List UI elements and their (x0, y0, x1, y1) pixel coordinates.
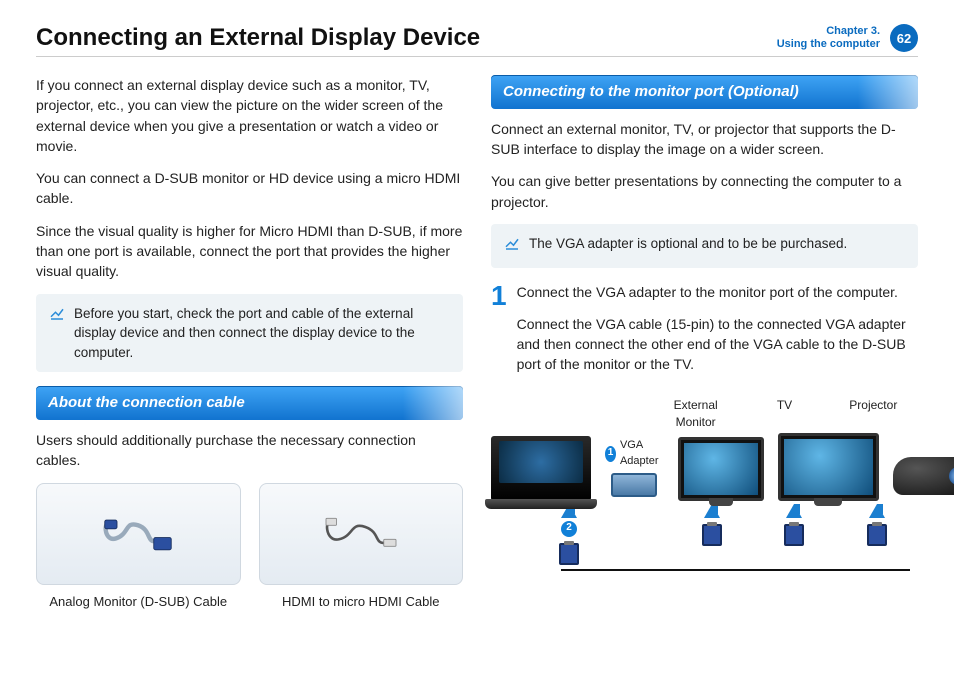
document-page: Connecting an External Display Device Ch… (0, 0, 954, 636)
about-cable-paragraph: Users should additionally purchase the n… (36, 430, 463, 471)
step-body: Connect the VGA adapter to the monitor p… (517, 282, 918, 387)
hdmi-cable-illustration (316, 499, 406, 569)
arrow-up-icon (704, 504, 720, 518)
section-about-cable: About the connection cable (36, 386, 463, 420)
laptop-illustration (491, 436, 591, 501)
slot-tv-connector (753, 501, 835, 546)
vga-port-illustration (611, 473, 657, 497)
page-header: Connecting an External Display Device Ch… (36, 24, 918, 57)
vga-connector-icon (784, 524, 804, 546)
arrow-up-icon (869, 504, 885, 518)
chapter-line-1: Chapter 3. (777, 25, 880, 38)
left-column: If you connect an external display devic… (36, 75, 463, 612)
label-ext-monitor: External Monitor (656, 397, 736, 432)
cable-labels: Analog Monitor (D-SUB) Cable HDMI to mic… (36, 593, 463, 612)
wire-illustration (561, 569, 910, 571)
slot-monitor-connector (671, 501, 753, 546)
vga-connector-icon (559, 543, 579, 565)
note-text: The VGA adapter is optional and to be be… (529, 234, 847, 258)
vga-connector-icon (867, 524, 887, 546)
cable-label-hdmi: HDMI to micro HDMI Cable (259, 593, 464, 612)
projector-illustration (893, 457, 954, 501)
badge-1: 1 (605, 446, 616, 462)
cable-box-dsub (36, 483, 241, 585)
intro-paragraph-3: Since the visual quality is higher for M… (36, 221, 463, 282)
section-monitor-port: Connecting to the monitor port (Optional… (491, 75, 918, 109)
step-number: 1 (491, 282, 507, 387)
monitor-port-paragraph-2: You can give better presentations by con… (491, 171, 918, 212)
page-title: Connecting an External Display Device (36, 24, 480, 52)
cable-label-dsub: Analog Monitor (D-SUB) Cable (36, 593, 241, 612)
vga-adapter-block: 1 VGA Adapter (605, 438, 664, 502)
ext-monitor-illustration (678, 437, 764, 501)
right-column: Connecting to the monitor port (Optional… (491, 75, 918, 612)
note-icon (503, 234, 521, 258)
label-tv: TV (737, 397, 832, 432)
slot-laptop-connector: 2 (539, 501, 599, 564)
content-columns: If you connect an external display devic… (36, 75, 918, 612)
page-number: 62 (890, 24, 918, 52)
connection-diagram: External Monitor TV Projector 1 VGA Adap… (491, 397, 918, 571)
diagram-connectors-row: 2 (539, 501, 918, 564)
cable-box-hdmi (259, 483, 464, 585)
step-paragraph-b: Connect the VGA cable (15-pin) to the co… (517, 314, 918, 375)
label-projector: Projector (833, 397, 913, 432)
dsub-cable-illustration (93, 499, 183, 569)
step-1: 1 Connect the VGA adapter to the monitor… (491, 282, 918, 387)
step-paragraph-a: Connect the VGA adapter to the monitor p… (517, 282, 918, 302)
chapter-label: Chapter 3. Using the computer (777, 25, 880, 51)
cable-boxes (36, 483, 463, 585)
diagram-top-labels: External Monitor TV Projector (651, 397, 918, 434)
chapter-line-2: Using the computer (777, 38, 880, 51)
slot-projector-connector (836, 501, 918, 546)
badge-2: 2 (561, 521, 577, 537)
note-icon (48, 304, 66, 363)
note-text: Before you start, check the port and cab… (74, 304, 451, 363)
tv-illustration (778, 433, 879, 501)
note-precheck: Before you start, check the port and cab… (36, 294, 463, 373)
monitor-port-paragraph-1: Connect an external monitor, TV, or proj… (491, 119, 918, 160)
intro-paragraph-1: If you connect an external display devic… (36, 75, 463, 156)
note-vga-optional: The VGA adapter is optional and to be be… (491, 224, 918, 268)
arrow-up-icon (786, 504, 802, 518)
vga-connector-icon (702, 524, 722, 546)
intro-paragraph-2: You can connect a D-SUB monitor or HD de… (36, 168, 463, 209)
diagram-devices-row: 1 VGA Adapter (491, 433, 918, 501)
label-vga-adapter: VGA Adapter (620, 438, 664, 470)
header-right: Chapter 3. Using the computer 62 (777, 24, 918, 52)
